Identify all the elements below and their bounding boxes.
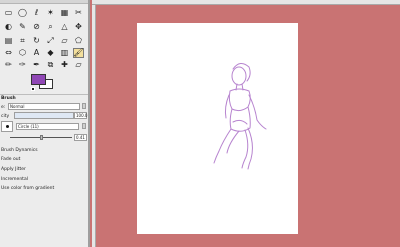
vertical-ruler [92, 5, 96, 247]
cage-transform-tool-icon[interactable]: ⬡ [17, 48, 28, 58]
tool-options-title: Brush [1, 96, 16, 101]
foreground-select-tool-icon[interactable]: ◐ [3, 22, 14, 32]
apply-jitter-label[interactable]: Apply Jitter [1, 167, 26, 172]
text-tool-icon[interactable]: A [31, 48, 42, 58]
panel-divider [0, 94, 88, 95]
incremental-label[interactable]: Incremental [1, 177, 28, 182]
brush-name: Circle (11) [18, 124, 39, 129]
zoom-tool-icon[interactable]: ⌕ [45, 22, 56, 32]
size-value: 0.41 [76, 135, 85, 140]
align-tool-icon[interactable]: ▤ [3, 36, 14, 46]
rect-select-tool-icon[interactable]: ▭ [3, 8, 14, 18]
blend-tool-icon[interactable]: ▥ [59, 48, 70, 58]
opacity-value-field[interactable]: 100.0 [74, 112, 87, 119]
eraser-tool-icon[interactable]: ▱ [73, 60, 84, 70]
fade-out-label[interactable]: Fade out [1, 157, 20, 162]
perspective-tool-icon[interactable]: ⬠ [73, 36, 84, 46]
paintbrush-tool-icon[interactable]: 🖌 [73, 48, 84, 58]
toolbox-menu-strip [0, 0, 88, 4]
color-picker-tool-icon[interactable]: ⊘ [31, 22, 42, 32]
mode-select[interactable]: Normal [8, 103, 80, 110]
use-gradient-label[interactable]: Use color from gradient [1, 186, 54, 191]
brush-name-field[interactable]: Circle (11) [16, 123, 79, 130]
opacity-slider[interactable] [14, 112, 74, 119]
ink-tool-icon[interactable]: ✒ [31, 60, 42, 70]
color-select-tool-icon[interactable]: ▦ [59, 8, 70, 18]
size-slider-thumb[interactable] [40, 135, 43, 140]
ellipse-select-tool-icon[interactable]: ◯ [17, 8, 28, 18]
free-select-tool-icon[interactable]: ℓ [31, 8, 42, 18]
brush-preview-button[interactable] [1, 121, 13, 132]
heal-tool-icon[interactable]: ✚ [59, 60, 70, 70]
image-canvas[interactable] [137, 23, 298, 234]
brush-circle-icon [6, 125, 9, 128]
flip-tool-icon[interactable]: ⇔ [3, 48, 14, 58]
scissors-select-tool-icon[interactable]: ✂ [73, 8, 84, 18]
measure-tool-icon[interactable]: △ [59, 22, 70, 32]
horizontal-ruler [92, 0, 400, 5]
scale-tool-icon[interactable]: ⤢ [45, 36, 56, 46]
default-colors-icon[interactable] [31, 87, 35, 91]
shear-tool-icon[interactable]: ▱ [59, 36, 70, 46]
fuzzy-select-tool-icon[interactable]: ✶ [45, 8, 56, 18]
rotate-tool-icon[interactable]: ↻ [31, 36, 42, 46]
figure-sketch [213, 63, 267, 170]
opacity-label: city [1, 114, 10, 119]
pencil-tool-icon[interactable]: ✏ [3, 60, 14, 70]
airbrush-tool-icon[interactable]: ✑ [17, 60, 28, 70]
brush-edit-icon[interactable] [82, 123, 86, 129]
bucket-fill-tool-icon[interactable]: ◆ [45, 48, 56, 58]
opacity-value: 100.0 [76, 113, 88, 118]
size-value-field[interactable]: 0.41 [74, 134, 87, 141]
move-tool-icon[interactable]: ✥ [73, 22, 84, 32]
mode-select-value: Normal [10, 104, 25, 109]
mode-label: e: [1, 105, 6, 110]
crop-tool-icon[interactable]: ⌗ [17, 36, 28, 46]
toolbox-panel: ▭ ◯ ℓ ✶ ▦ ✂ ◐ ✎ ⊘ ⌕ △ ✥ ▤ ⌗ ↻ ⤢ ▱ ⬠ ⇔ ⬡ A ◆ ▥ 🖌 ✏ ✑ ✒ ⧉ ✚ ▱ Brush e: … [0, 0, 90, 247]
paths-tool-icon[interactable]: ✎ [17, 22, 28, 32]
mode-reset-icon[interactable] [82, 103, 86, 109]
clone-tool-icon[interactable]: ⧉ [45, 60, 56, 70]
foreground-color-swatch[interactable] [31, 74, 46, 85]
brush-dynamics-label[interactable]: Brush Dynamics [1, 148, 38, 153]
